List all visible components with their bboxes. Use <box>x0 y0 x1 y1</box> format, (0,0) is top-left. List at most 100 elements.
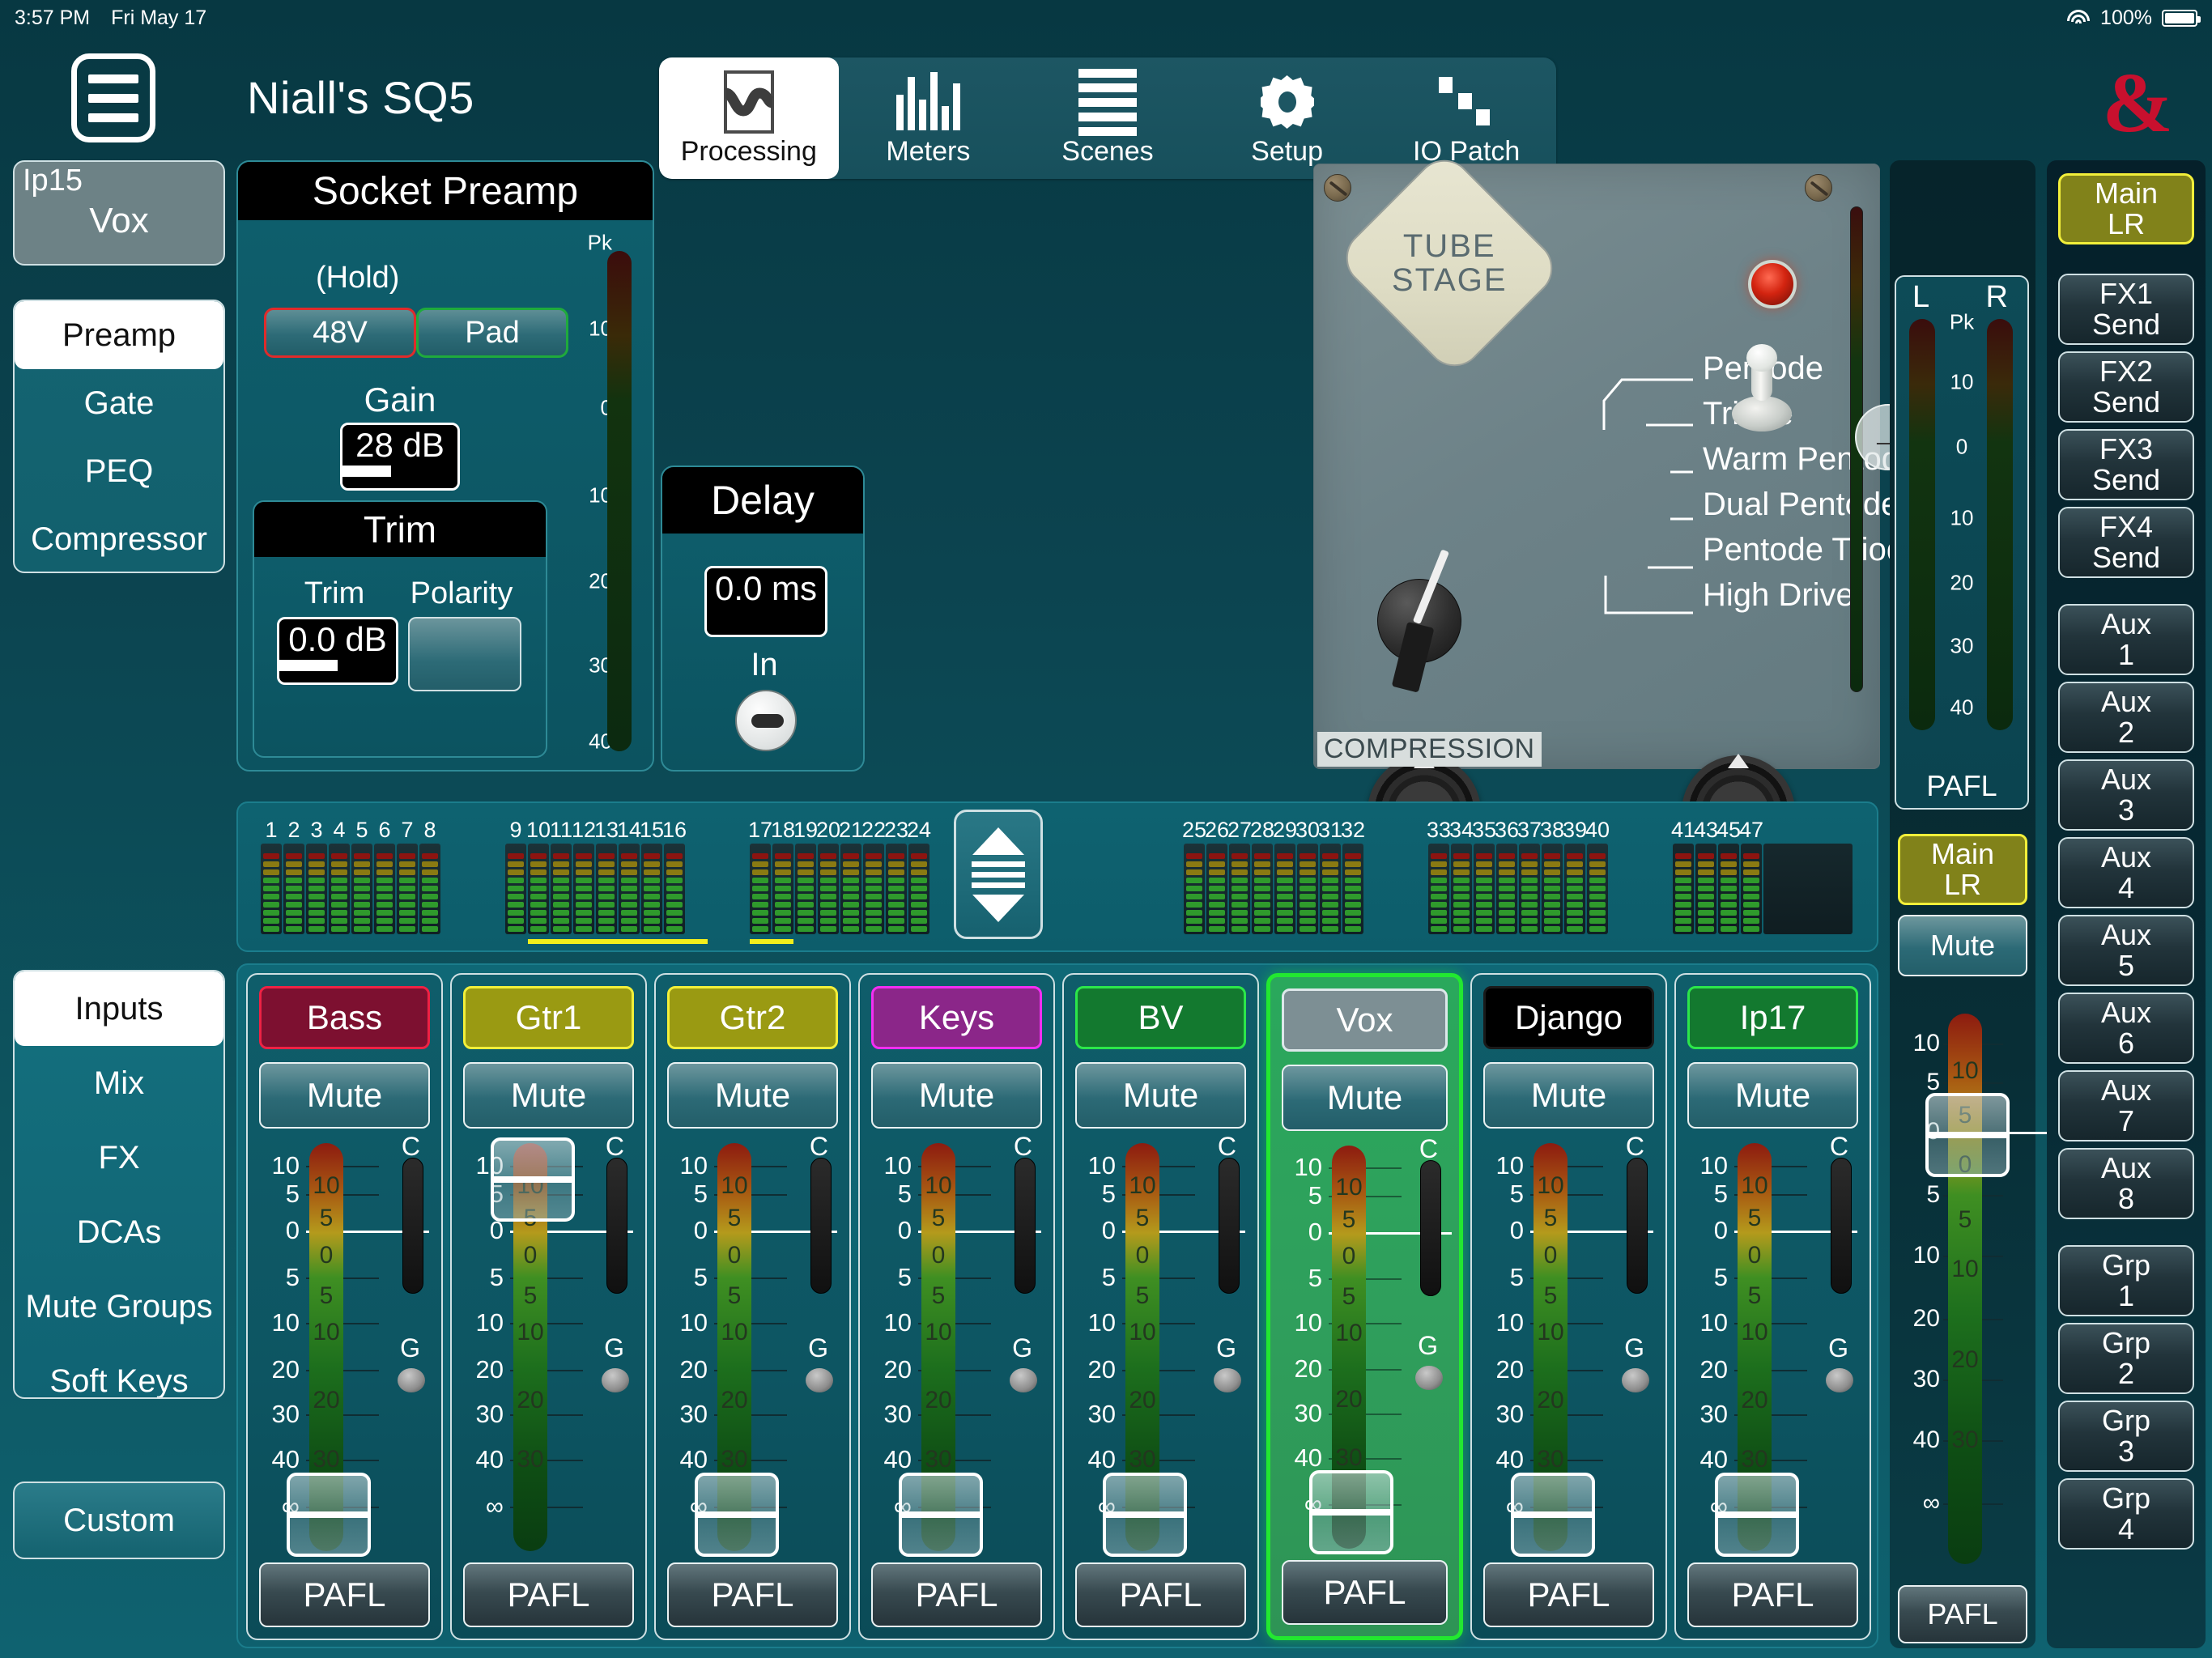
meter-group[interactable]: 3334353637383940 <box>1428 819 1610 937</box>
channel-name-button[interactable]: Vox <box>1282 988 1448 1052</box>
pafl-button[interactable]: PAFL <box>259 1562 430 1627</box>
channel-strip[interactable]: Gtr2 Mute 1050510203040∞10505102030CG PAFL <box>654 973 851 1640</box>
mute-button[interactable]: Mute <box>667 1062 838 1129</box>
fader-handle[interactable] <box>1715 1473 1799 1557</box>
rail-button-mainlr[interactable]: MainLR <box>2058 173 2194 244</box>
custom-layer-button[interactable]: Custom <box>13 1482 225 1559</box>
pafl-button[interactable]: PAFL <box>1282 1560 1448 1625</box>
meter-group[interactable]: 2526272829303132 <box>1184 819 1365 937</box>
fader-zone[interactable]: 1050510203040∞10505102030CG <box>452 1143 645 1551</box>
proc-item-compressor[interactable]: Compressor <box>15 505 223 573</box>
mute-button[interactable]: Mute <box>1075 1062 1246 1129</box>
channel-strip[interactable]: KeysMute1050510203040∞10505102030CGPAFL <box>858 973 1055 1640</box>
pafl-button[interactable]: PAFL <box>1687 1562 1858 1627</box>
nav-item-fx[interactable]: FX <box>15 1120 223 1195</box>
master-fader[interactable]: 1050510203040∞10505102030 <box>1895 1014 2034 1564</box>
fader-zone[interactable]: 1050510203040∞10505102030CG <box>656 1143 849 1551</box>
channel-strip[interactable]: Vox Mute 1050510203040∞10505102030CG PAFL <box>1266 973 1463 1640</box>
channel-strip[interactable]: BVMute1050510203040∞10505102030CGPAFL <box>1062 973 1259 1640</box>
rail-button-grp2[interactable]: Grp2 <box>2058 1323 2194 1394</box>
rail-button-aux3[interactable]: Aux3 <box>2058 759 2194 831</box>
fader-handle[interactable] <box>491 1137 575 1222</box>
rail-button-aux5[interactable]: Aux5 <box>2058 915 2194 986</box>
meter-group[interactable]: 12345678 <box>261 819 442 937</box>
pan-control[interactable] <box>1831 1158 1852 1294</box>
pan-control[interactable] <box>1420 1160 1441 1296</box>
channel-name-button[interactable]: Django <box>1483 986 1654 1049</box>
meter-group[interactable]: 1718192021222324 <box>750 819 931 937</box>
tab-processing[interactable]: Processing <box>659 57 839 179</box>
delay-in-knob[interactable] <box>735 690 797 751</box>
rail-button-aux4[interactable]: Aux4 <box>2058 837 2194 908</box>
channel-name-button[interactable]: BV <box>1075 986 1246 1049</box>
pafl-button[interactable]: PAFL <box>463 1562 634 1627</box>
selected-channel-badge[interactable]: Ip15 Vox <box>13 160 225 266</box>
tube-bypass-toggle-switch[interactable] <box>1732 351 1792 432</box>
rail-button-grp3[interactable]: Grp3 <box>2058 1401 2194 1472</box>
delay-value-box[interactable]: 0.0 ms <box>704 566 827 637</box>
nav-item-mix[interactable]: Mix <box>15 1046 223 1120</box>
rail-button-fx2send[interactable]: FX2Send <box>2058 351 2194 423</box>
channel-name-button[interactable]: Ip17 <box>1687 986 1858 1049</box>
nav-item-inputs[interactable]: Inputs <box>15 971 223 1046</box>
pan-control[interactable] <box>1015 1158 1036 1294</box>
channel-strip[interactable]: Ip17Mute1050510203040∞10505102030CGPAFL <box>1674 973 1871 1640</box>
pan-control[interactable] <box>402 1158 423 1294</box>
master-main-lr-button[interactable]: Main LR <box>1898 834 2027 905</box>
fader-handle[interactable] <box>899 1473 983 1557</box>
rail-button-aux8[interactable]: Aux8 <box>2058 1148 2194 1219</box>
nav-item-soft-keys[interactable]: Soft Keys <box>15 1344 223 1399</box>
fader-handle[interactable] <box>1511 1473 1595 1557</box>
pafl-button[interactable]: PAFL <box>667 1562 838 1627</box>
pan-control[interactable] <box>1219 1158 1240 1294</box>
rail-button-aux2[interactable]: Aux2 <box>2058 682 2194 753</box>
meter-group[interactable]: 910111213141516 <box>505 819 687 937</box>
fader-handle[interactable] <box>1309 1470 1393 1554</box>
proc-item-gate[interactable]: Gate <box>15 369 223 437</box>
polarity-button[interactable] <box>408 617 521 691</box>
rail-button-fx3send[interactable]: FX3Send <box>2058 429 2194 500</box>
master-pafl-button[interactable]: PAFL <box>1898 1585 2027 1643</box>
fader-handle[interactable] <box>1925 1093 2010 1177</box>
tab-scenes[interactable]: Scenes <box>1018 57 1197 179</box>
fader-zone[interactable]: 1050510203040∞10505102030CG <box>1064 1143 1257 1551</box>
fader-handle[interactable] <box>287 1473 371 1557</box>
rail-button-aux1[interactable]: Aux1 <box>2058 604 2194 675</box>
phantom-48v-button[interactable]: 48V <box>264 308 416 358</box>
pan-control[interactable] <box>1627 1158 1648 1294</box>
nav-item-mute-groups[interactable]: Mute Groups <box>15 1269 223 1344</box>
menu-button[interactable] <box>71 53 155 142</box>
nav-item-dcas[interactable]: DCAs <box>15 1195 223 1269</box>
mute-button[interactable]: Mute <box>1687 1062 1858 1129</box>
mute-button[interactable]: Mute <box>1483 1062 1654 1129</box>
channel-strip[interactable]: Gtr1 Mute 1050510203040∞10505102030CG PAFL <box>450 973 647 1640</box>
master-mute-button[interactable]: Mute <box>1898 915 2027 976</box>
channel-strip[interactable]: DjangoMute1050510203040∞10505102030CGPAF… <box>1470 973 1667 1640</box>
fader-zone[interactable]: 1050510203040∞10505102030CG <box>1472 1143 1665 1551</box>
gain-value-box[interactable]: 28 dB <box>340 423 460 491</box>
channel-name-button[interactable]: Gtr2 <box>667 986 838 1049</box>
fader-handle[interactable] <box>695 1473 779 1557</box>
pan-control[interactable] <box>606 1158 627 1294</box>
channel-name-button[interactable]: Keys <box>871 986 1042 1049</box>
tab-setup[interactable]: Setup <box>1197 57 1377 179</box>
mute-button[interactable]: Mute <box>259 1062 430 1129</box>
rail-button-grp1[interactable]: Grp1 <box>2058 1245 2194 1316</box>
rail-button-fx1send[interactable]: FX1Send <box>2058 274 2194 345</box>
tube-mode-selector-knob[interactable] <box>1377 579 1461 663</box>
mute-button[interactable]: Mute <box>1282 1065 1448 1131</box>
channel-name-button[interactable]: Gtr1 <box>463 986 634 1049</box>
rail-button-fx4send[interactable]: FX4Send <box>2058 507 2194 578</box>
tab-io-patch[interactable]: IO Patch <box>1376 57 1556 179</box>
trim-value-box[interactable]: 0.0 dB <box>277 617 398 685</box>
fader-zone[interactable]: 1050510203040∞10505102030CG <box>248 1143 441 1551</box>
fader-zone[interactable]: 1050510203040∞10505102030CG <box>1270 1146 1459 1549</box>
pafl-button[interactable]: PAFL <box>871 1562 1042 1627</box>
rail-button-aux7[interactable]: Aux7 <box>2058 1070 2194 1141</box>
channel-strip[interactable]: BassMute1050510203040∞10505102030CGPAFL <box>246 973 443 1640</box>
proc-item-preamp[interactable]: Preamp <box>15 301 223 369</box>
mute-button[interactable]: Mute <box>871 1062 1042 1129</box>
meter-group[interactable]: 41434547 <box>1673 819 1854 937</box>
mute-button[interactable]: Mute <box>463 1062 634 1129</box>
tab-meters[interactable]: Meters <box>839 57 1019 179</box>
